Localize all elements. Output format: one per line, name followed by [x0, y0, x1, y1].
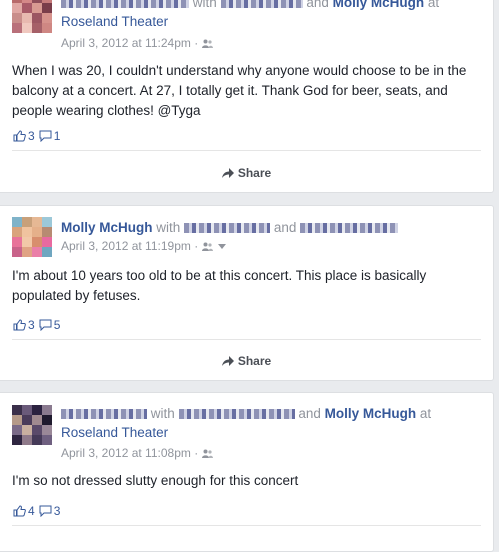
- friends-icon[interactable]: [201, 449, 213, 458]
- post-text: I'm about 10 years too old to be at this…: [12, 268, 427, 303]
- comment-count[interactable]: 3: [54, 504, 61, 518]
- blurred-tagged-friend[interactable]: [220, 0, 303, 9]
- meta-separator: ·: [194, 239, 199, 253]
- post-card-1: with and Molly McHugh at Roseland Theate…: [0, 0, 494, 193]
- blurred-author-name[interactable]: [61, 0, 189, 9]
- divider: [12, 339, 481, 340]
- post-meta: April 3, 2012 at 11:19pm ·: [61, 238, 226, 254]
- post-meta: April 3, 2012 at 11:24pm ·: [61, 35, 213, 51]
- with-label: with: [156, 220, 181, 235]
- tagged-friend-name[interactable]: Molly McHugh: [333, 0, 425, 10]
- post-card-3: with and Molly McHugh at Roseland Theate…: [0, 392, 494, 552]
- like-count[interactable]: 3: [28, 318, 35, 332]
- divider: [12, 150, 481, 151]
- with-label: with: [150, 406, 175, 421]
- comment-icon[interactable]: [39, 319, 52, 331]
- comment-count[interactable]: 1: [54, 129, 61, 143]
- share-label: Share: [237, 354, 272, 368]
- and-label: and: [298, 406, 321, 421]
- post-text: When I was 20, I couldn't understand why…: [12, 63, 467, 118]
- reaction-counts: 3 5: [13, 318, 64, 332]
- post-header: Molly McHugh with and: [61, 218, 483, 237]
- comment-count[interactable]: 5: [54, 318, 61, 332]
- comment-icon[interactable]: [39, 130, 52, 142]
- friends-icon[interactable]: [201, 39, 213, 48]
- blurred-tagged-friend[interactable]: [184, 223, 271, 234]
- like-count[interactable]: 3: [28, 129, 35, 143]
- at-label: at: [419, 406, 432, 421]
- blurred-tagged-friend[interactable]: [300, 223, 399, 234]
- meta-separator: ·: [194, 36, 199, 50]
- post-card-2: Molly McHugh with and April 3, 2012 at 1…: [0, 205, 494, 381]
- post-text: I'm so not dressed slutty enough for thi…: [12, 473, 299, 488]
- post-timestamp[interactable]: April 3, 2012 at 11:19pm: [61, 239, 191, 253]
- post-header: with and Molly McHugh at Roseland Theate…: [61, 0, 483, 31]
- post-meta: April 3, 2012 at 11:08pm ·: [61, 445, 213, 461]
- share-button[interactable]: Share: [0, 354, 493, 368]
- post-header: with and Molly McHugh at Roseland Theate…: [61, 404, 483, 442]
- share-label: Share: [237, 166, 272, 180]
- share-icon: [221, 168, 234, 178]
- reaction-counts: 3 1: [13, 129, 64, 143]
- meta-separator: ·: [194, 446, 199, 460]
- author-name[interactable]: Molly McHugh: [61, 220, 153, 235]
- and-label: and: [306, 0, 329, 10]
- author-avatar[interactable]: [12, 405, 52, 445]
- audience-dropdown-icon[interactable]: [217, 244, 226, 249]
- post-timestamp[interactable]: April 3, 2012 at 11:08pm: [61, 446, 191, 460]
- with-label: with: [192, 0, 217, 10]
- author-avatar[interactable]: [12, 0, 52, 33]
- share-icon: [221, 356, 234, 366]
- like-icon[interactable]: [13, 130, 26, 142]
- author-avatar[interactable]: [12, 217, 52, 257]
- like-icon[interactable]: [13, 505, 26, 517]
- tagged-friend-name[interactable]: Molly McHugh: [325, 406, 417, 421]
- share-button[interactable]: Share: [0, 166, 493, 180]
- comment-icon[interactable]: [39, 505, 52, 517]
- friends-icon[interactable]: [201, 242, 213, 251]
- post-timestamp[interactable]: April 3, 2012 at 11:24pm: [61, 36, 191, 50]
- blurred-author-name[interactable]: [61, 409, 147, 420]
- location-link[interactable]: Roseland Theater: [61, 425, 168, 440]
- like-count[interactable]: 4: [28, 504, 35, 518]
- location-link[interactable]: Roseland Theater: [61, 14, 168, 29]
- blurred-tagged-friend[interactable]: [178, 409, 295, 420]
- and-label: and: [273, 220, 297, 235]
- at-label: at: [427, 0, 440, 10]
- like-icon[interactable]: [13, 319, 26, 331]
- reaction-counts: 4 3: [13, 504, 64, 518]
- divider: [12, 525, 481, 526]
